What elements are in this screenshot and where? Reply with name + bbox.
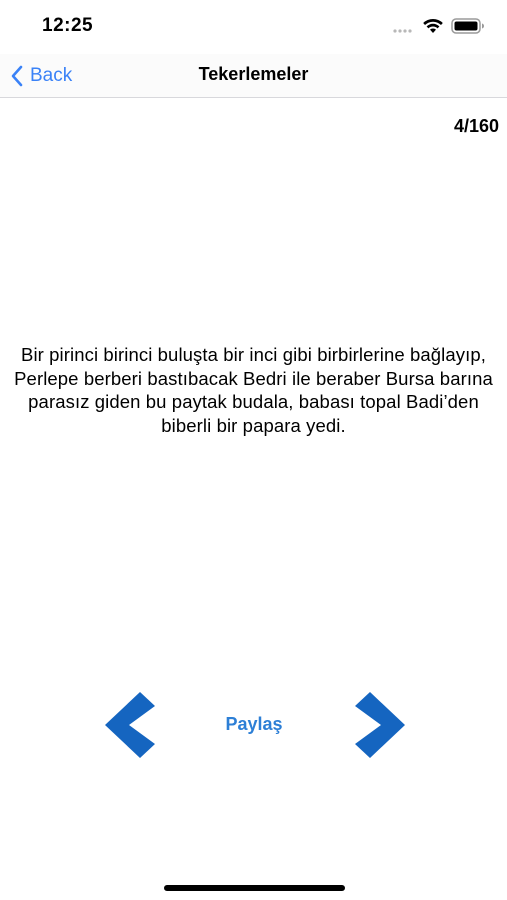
status-bar: 12:25 <box>0 0 507 54</box>
next-button[interactable] <box>350 690 410 760</box>
screen: 12:25 Back Tekerlemeler 4/160 Bir pirinc… <box>0 0 507 900</box>
share-button[interactable]: Paylaş <box>204 714 304 735</box>
home-indicator[interactable] <box>164 885 345 891</box>
page-title: Tekerlemeler <box>198 64 309 84</box>
tongue-twister-text: Bir pirinci birinci buluşta bir inci gib… <box>14 344 493 436</box>
battery-icon <box>451 18 484 34</box>
previous-button[interactable] <box>100 690 160 760</box>
navigation-bar: Back Tekerlemeler <box>0 54 507 98</box>
page-counter: 4/160 <box>453 116 499 136</box>
chevron-right-icon <box>355 692 405 758</box>
chevron-left-icon <box>105 692 155 758</box>
status-time: 12:25 <box>42 15 94 36</box>
cellular-signal-icon <box>393 29 412 33</box>
wifi-icon <box>423 18 443 33</box>
